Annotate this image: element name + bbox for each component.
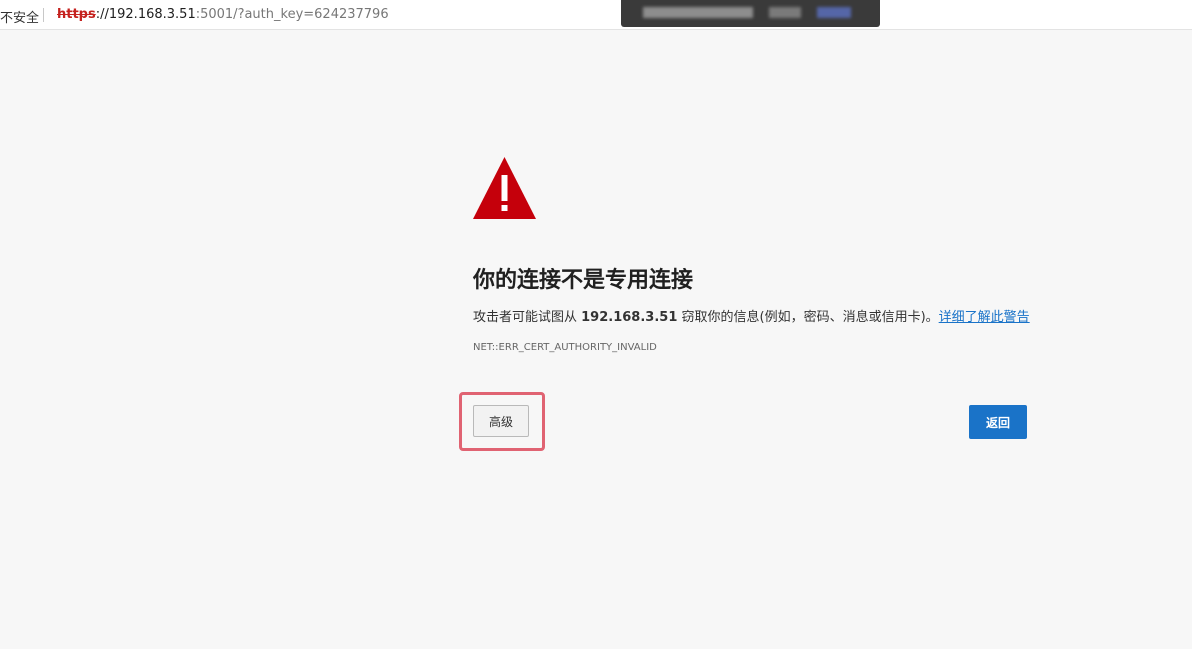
warning-message: 攻击者可能试图从 192.168.3.51 窃取你的信息(例如，密码、消息或信用…	[473, 306, 1030, 325]
redacted-overlay	[621, 0, 880, 27]
back-button[interactable]: 返回	[969, 405, 1027, 439]
redacted-block	[643, 7, 753, 18]
url-field[interactable]: https://192.168.3.51:5001/?auth_key=6242…	[57, 7, 389, 22]
url-path: :5001/?auth_key=624237796	[195, 7, 389, 22]
not-secure-label[interactable]: 不安全	[0, 7, 39, 26]
warning-triangle-icon	[473, 157, 536, 219]
redacted-block	[769, 7, 801, 18]
message-suffix: 窃取你的信息(例如，密码、消息或信用卡)。	[677, 310, 939, 325]
page-title: 你的连接不是专用连接	[473, 268, 694, 293]
advanced-button[interactable]: 高级	[473, 405, 529, 437]
address-bar[interactable]: 不安全 https://192.168.3.51:5001/?auth_key=…	[0, 0, 1192, 30]
url-scheme: https	[57, 7, 96, 22]
address-divider	[43, 8, 44, 22]
redacted-block	[817, 7, 851, 18]
learn-more-link[interactable]: 详细了解此警告	[939, 310, 1030, 325]
host-address: 192.168.3.51	[581, 310, 678, 325]
message-prefix: 攻击者可能试图从	[473, 310, 582, 325]
error-code: NET::ERR_CERT_AUTHORITY_INVALID	[473, 342, 657, 353]
url-host: ://192.168.3.51	[95, 7, 196, 22]
